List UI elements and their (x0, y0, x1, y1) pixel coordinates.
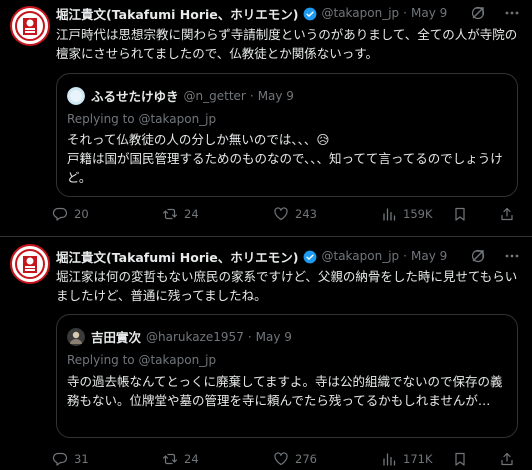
quote-author-name: 吉田實次 (91, 330, 142, 345)
quote-author-handle: @n_getter (183, 88, 246, 103)
reply-count: 31 (74, 452, 89, 466)
author-name[interactable]: 堀江貴文(Takafumi Horie、ホリエモン) (56, 4, 299, 23)
author-handle[interactable]: @takapon_jp (322, 6, 400, 20)
heart-icon (274, 207, 288, 221)
separator-dot: · (403, 249, 407, 263)
bookmark-button[interactable] (452, 206, 468, 222)
tweet-actions: 31 24 276 171K (52, 451, 522, 469)
reply-icon (52, 207, 68, 221)
quote-header: ふるせたけゆき @n_getter · May 9 (67, 86, 294, 105)
quote-text: 寺の過去帳なんてとっくに廃棄してますよ。寺は公的組織でないので保存の義務もない。… (67, 374, 503, 408)
like-button[interactable]: 243 (273, 206, 317, 222)
tweet-top-actions (470, 248, 520, 264)
separator-dot: · (247, 329, 252, 344)
author-name[interactable]: 堀江貴文(Takafumi Horie、ホリエモン) (56, 247, 299, 266)
author-handle[interactable]: @takapon_jp (322, 249, 400, 263)
grok-icon[interactable] (470, 248, 486, 264)
author-avatar[interactable] (10, 6, 50, 46)
quote-date: May 9 (257, 88, 294, 103)
reply-icon (52, 452, 68, 466)
separator-dot: · (403, 6, 407, 20)
tweet-text: 堀江家は何の変哲もない庶民の家系ですけど、父親の納骨をした時に見せてもらいました… (56, 269, 518, 303)
views-count: 171K (403, 452, 433, 466)
reply-count: 20 (74, 207, 89, 221)
tweet[interactable]: 堀江貴文(Takafumi Horie、ホリエモン) @takapon_jp ·… (0, 237, 532, 470)
share-icon (501, 452, 513, 466)
quote-date: May 9 (255, 329, 292, 344)
share-icon (501, 207, 513, 221)
heart-icon (274, 452, 288, 466)
tweet-actions: 20 24 243 159K (52, 206, 522, 224)
quote-replying-to: Replying to @takapon_jp (67, 112, 217, 126)
more-options-icon[interactable] (504, 5, 520, 21)
views-button[interactable]: 159K (381, 206, 433, 222)
tweet-date[interactable]: May 9 (411, 6, 447, 20)
quoted-tweet[interactable]: ふるせたけゆき @n_getter · May 9 Replying to @t… (56, 73, 518, 197)
quote-header: 吉田實次 @harukaze1957 · May 9 (67, 327, 292, 346)
quote-author-avatar (67, 86, 85, 105)
grok-icon[interactable] (470, 5, 486, 21)
bookmark-button[interactable] (452, 451, 468, 467)
views-icon (383, 208, 396, 221)
author-avatar[interactable] (10, 244, 50, 284)
quote-text: それって仏教徒の人の分しか無いのでは、、、😥 戸籍は国が国民管理するためのものな… (67, 132, 503, 185)
tweet-date[interactable]: May 9 (411, 249, 447, 263)
bookmark-icon (455, 452, 465, 466)
retweet-icon (162, 208, 178, 220)
reply-button[interactable]: 31 (52, 451, 89, 467)
quote-author-handle: @harukaze1957 (146, 329, 244, 344)
share-button[interactable] (499, 206, 515, 222)
retweet-count: 24 (184, 452, 199, 466)
quote-author-avatar (67, 327, 85, 346)
tweet-header: 堀江貴文(Takafumi Horie、ホリエモン) @takapon_jp ·… (56, 246, 447, 266)
retweet-count: 24 (184, 207, 199, 221)
retweet-icon (162, 453, 178, 465)
views-icon (383, 453, 396, 466)
more-options-icon[interactable] (504, 248, 520, 264)
tweet[interactable]: 堀江貴文(Takafumi Horie、ホリエモン) @takapon_jp ·… (0, 0, 532, 237)
like-count: 276 (295, 452, 317, 466)
retweet-button[interactable]: 24 (162, 206, 199, 222)
like-count: 243 (295, 207, 317, 221)
views-button[interactable]: 171K (381, 451, 433, 467)
quoted-tweet[interactable]: 吉田實次 @harukaze1957 · May 9 Replying to @… (56, 314, 518, 438)
retweet-button[interactable]: 24 (162, 451, 199, 467)
verified-badge-icon (303, 249, 317, 264)
separator-dot: · (249, 88, 254, 103)
views-count: 159K (403, 207, 433, 221)
tweet-header: 堀江貴文(Takafumi Horie、ホリエモン) @takapon_jp ·… (56, 3, 447, 23)
share-button[interactable] (499, 451, 515, 467)
bookmark-icon (455, 207, 465, 221)
tweet-top-actions (470, 5, 520, 21)
quote-replying-to: Replying to @takapon_jp (67, 353, 217, 367)
like-button[interactable]: 276 (273, 451, 317, 467)
verified-badge-icon (303, 6, 317, 21)
quote-author-name: ふるせたけゆき (91, 89, 179, 104)
reply-button[interactable]: 20 (52, 206, 89, 222)
tweet-text: 江戸時代は思想宗教に関わらず寺請制度というのがありまして、全ての人が寺院の檀家に… (56, 27, 518, 61)
